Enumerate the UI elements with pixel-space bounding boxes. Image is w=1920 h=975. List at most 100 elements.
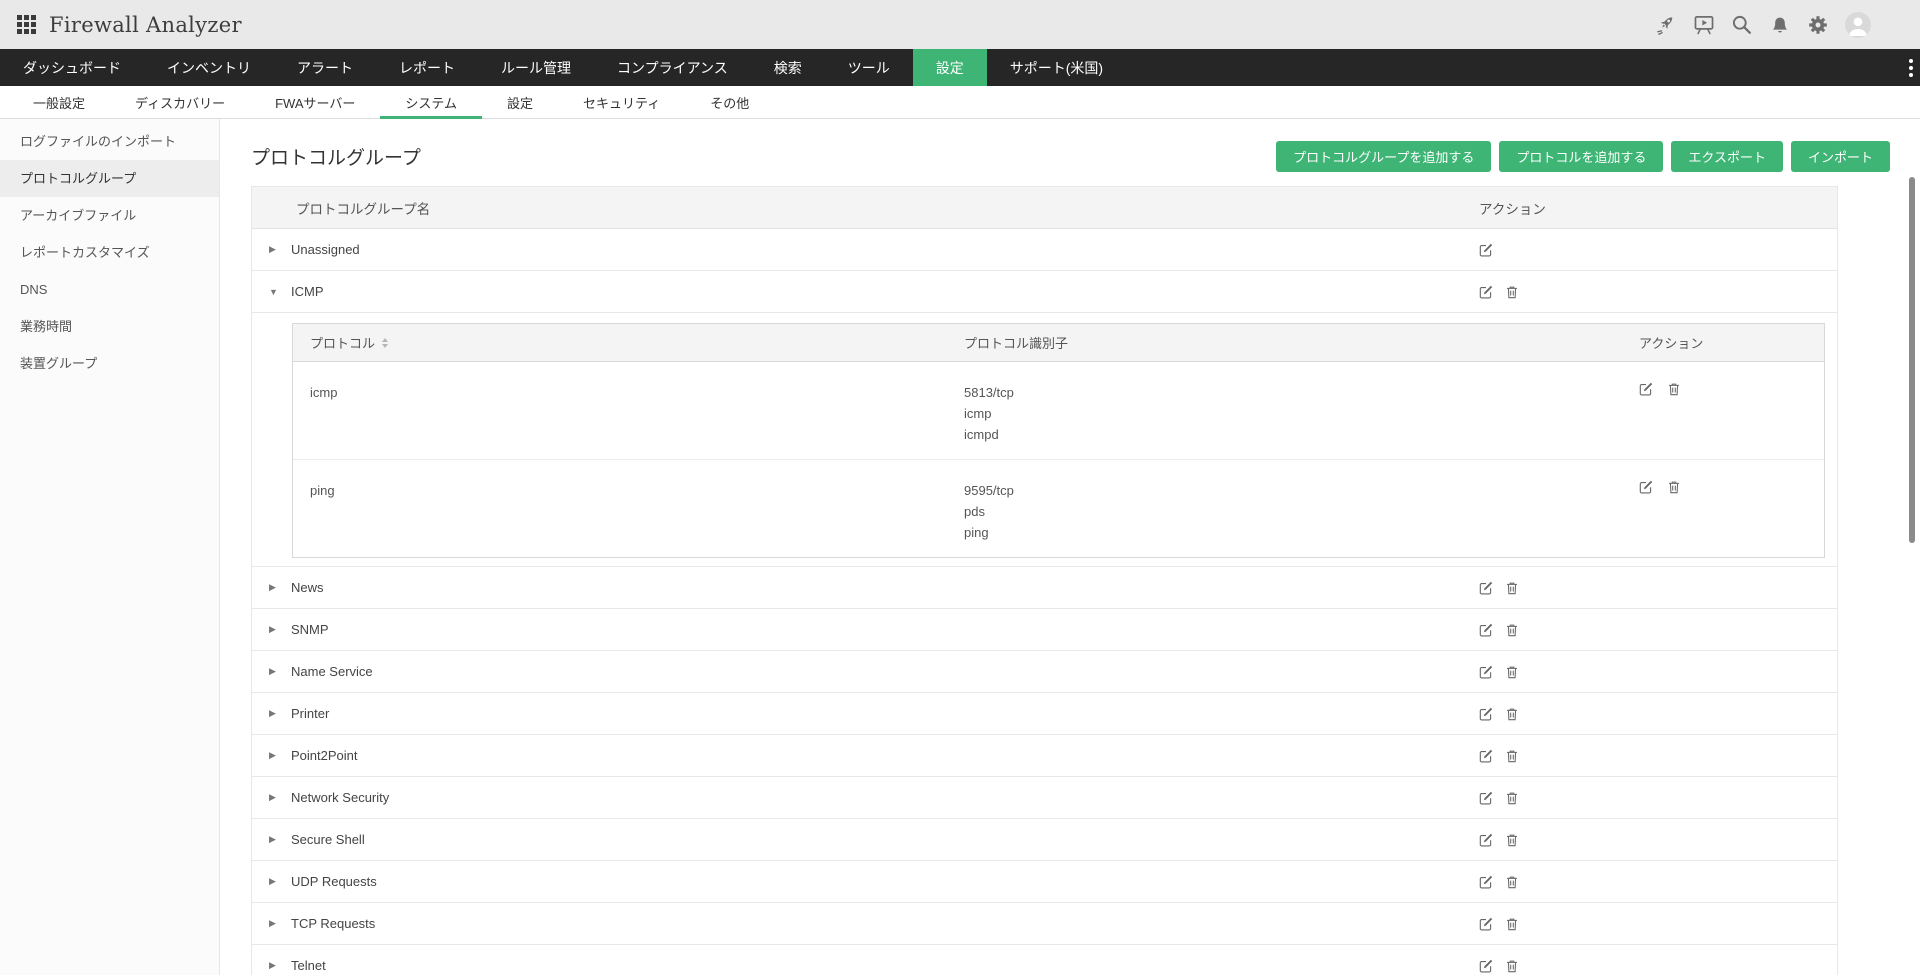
search-icon[interactable] (1731, 14, 1753, 36)
group-row-tcp-requests[interactable]: ▶ TCP Requests (252, 903, 1837, 945)
group-row-secure-shell[interactable]: ▶ Secure Shell (252, 819, 1837, 861)
expand-icon[interactable]: ▶ (269, 792, 281, 803)
sub-tab-others[interactable]: その他 (685, 86, 774, 118)
sidebar-item-device-groups[interactable]: 装置グループ (0, 345, 219, 382)
protocol-group-table: プロトコルグループ名 アクション ▶ Unassigned ▼ ICMP プロトコル… (251, 186, 1838, 975)
presentation-icon[interactable] (1693, 14, 1715, 36)
group-row-news[interactable]: ▶ News (252, 567, 1837, 609)
edit-icon[interactable] (1479, 243, 1493, 257)
group-row-icmp[interactable]: ▼ ICMP (252, 271, 1837, 313)
group-row-point2point[interactable]: ▶ Point2Point (252, 735, 1837, 777)
expand-icon[interactable]: ▶ (269, 624, 281, 635)
expand-icon[interactable]: ▶ (269, 750, 281, 761)
nav-item-search[interactable]: 検索 (751, 49, 825, 86)
sub-tab-settings[interactable]: 設定 (482, 86, 558, 118)
group-row-printer[interactable]: ▶ Printer (252, 693, 1837, 735)
nav-item-compliance[interactable]: コンプライアンス (594, 49, 751, 86)
trash-icon[interactable] (1505, 791, 1519, 805)
trash-icon[interactable] (1505, 917, 1519, 931)
import-button[interactable]: インポート (1790, 141, 1890, 172)
kebab-menu-icon[interactable] (1909, 49, 1913, 86)
sidebar-item-archive-files[interactable]: アーカイブファイル (0, 197, 219, 234)
sub-tab-discovery[interactable]: ディスカバリー (110, 86, 250, 118)
trash-icon[interactable] (1505, 749, 1519, 763)
group-row-name-service[interactable]: ▶ Name Service (252, 651, 1837, 693)
collapse-icon[interactable]: ▼ (269, 287, 281, 297)
group-row-snmp[interactable]: ▶ SNMP (252, 609, 1837, 651)
edit-icon[interactable] (1639, 480, 1653, 494)
column-header-actions: アクション (1639, 336, 1704, 351)
edit-icon[interactable] (1479, 665, 1493, 679)
nav-item-settings[interactable]: 設定 (912, 49, 987, 86)
header-icon-group (1655, 11, 1920, 38)
group-actions-cell (1477, 707, 1837, 721)
expand-icon[interactable]: ▶ (269, 876, 281, 887)
trash-icon[interactable] (1505, 285, 1519, 299)
trash-icon[interactable] (1505, 833, 1519, 847)
edit-icon[interactable] (1479, 833, 1493, 847)
column-header-protocol[interactable]: プロトコル (293, 333, 964, 352)
group-row-udp-requests[interactable]: ▶ UDP Requests (252, 861, 1837, 903)
nav-item-tools[interactable]: ツール (825, 49, 913, 86)
nav-item-support[interactable]: サポート(米国) (987, 49, 1126, 86)
expand-icon[interactable]: ▶ (269, 834, 281, 845)
identifier-value: 5813/tcp (964, 385, 1014, 400)
expand-icon[interactable]: ▶ (269, 582, 281, 593)
edit-icon[interactable] (1479, 707, 1493, 721)
edit-icon[interactable] (1479, 875, 1493, 889)
trash-icon[interactable] (1505, 623, 1519, 637)
sidebar-item-report-customize[interactable]: レポートカスタマイズ (0, 234, 219, 271)
edit-icon[interactable] (1479, 959, 1493, 973)
edit-icon[interactable] (1479, 791, 1493, 805)
group-name-cell: ▶ News (252, 580, 1477, 595)
group-row-telnet[interactable]: ▶ Telnet (252, 945, 1837, 975)
expand-icon[interactable]: ▶ (269, 666, 281, 677)
expand-icon[interactable]: ▶ (269, 708, 281, 719)
nav-item-rule-management[interactable]: ルール管理 (478, 49, 594, 86)
scrollbar-thumb[interactable] (1909, 177, 1915, 543)
sidebar-item-business-hours[interactable]: 業務時間 (0, 308, 219, 345)
expand-icon[interactable]: ▶ (269, 244, 281, 255)
export-button[interactable]: エクスポート (1671, 141, 1783, 172)
nav-item-inventory[interactable]: インベントリ (144, 49, 274, 86)
edit-icon[interactable] (1479, 581, 1493, 595)
edit-icon[interactable] (1639, 382, 1653, 396)
nav-item-reports[interactable]: レポート (376, 49, 478, 86)
apps-grid-icon[interactable] (17, 15, 36, 34)
trash-icon[interactable] (1505, 959, 1519, 973)
edit-icon[interactable] (1479, 917, 1493, 931)
edit-icon[interactable] (1479, 623, 1493, 637)
add-protocol-group-button[interactable]: プロトコルグループを追加する (1276, 141, 1492, 172)
sort-icon[interactable] (382, 337, 389, 348)
sub-tab-system[interactable]: システム (380, 86, 482, 119)
user-avatar[interactable] (1845, 11, 1871, 38)
trash-icon[interactable] (1667, 480, 1681, 494)
rocket-icon[interactable] (1655, 14, 1677, 36)
protocol-name: ping (310, 483, 335, 498)
sub-tab-general-settings[interactable]: 一般設定 (8, 86, 110, 118)
sidebar-item-protocol-groups[interactable]: プロトコルグループ (0, 160, 219, 197)
sidebar-item-dns[interactable]: DNS (0, 271, 219, 308)
protocol-row-ping: ping 9595/tcp pds ping (293, 460, 1824, 557)
trash-icon[interactable] (1667, 382, 1681, 396)
nav-item-alerts[interactable]: アラート (274, 49, 376, 86)
nav-item-dashboard[interactable]: ダッシュボード (0, 49, 144, 86)
group-name: TCP Requests (291, 916, 376, 931)
sub-tab-fwa-server[interactable]: FWAサーバー (250, 86, 380, 118)
group-row-unassigned[interactable]: ▶ Unassigned (252, 229, 1837, 271)
group-actions-cell (1477, 791, 1837, 805)
expand-icon[interactable]: ▶ (269, 960, 281, 971)
trash-icon[interactable] (1505, 875, 1519, 889)
edit-icon[interactable] (1479, 285, 1493, 299)
gear-icon[interactable] (1807, 14, 1829, 36)
add-protocol-button[interactable]: プロトコルを追加する (1499, 141, 1664, 172)
group-row-network-security[interactable]: ▶ Network Security (252, 777, 1837, 819)
trash-icon[interactable] (1505, 665, 1519, 679)
sub-tab-security[interactable]: セキュリティ (558, 86, 685, 118)
expand-icon[interactable]: ▶ (269, 918, 281, 929)
edit-icon[interactable] (1479, 749, 1493, 763)
trash-icon[interactable] (1505, 707, 1519, 721)
trash-icon[interactable] (1505, 581, 1519, 595)
bell-icon[interactable] (1769, 14, 1791, 36)
sidebar-item-log-file-import[interactable]: ログファイルのインポート (0, 123, 219, 160)
